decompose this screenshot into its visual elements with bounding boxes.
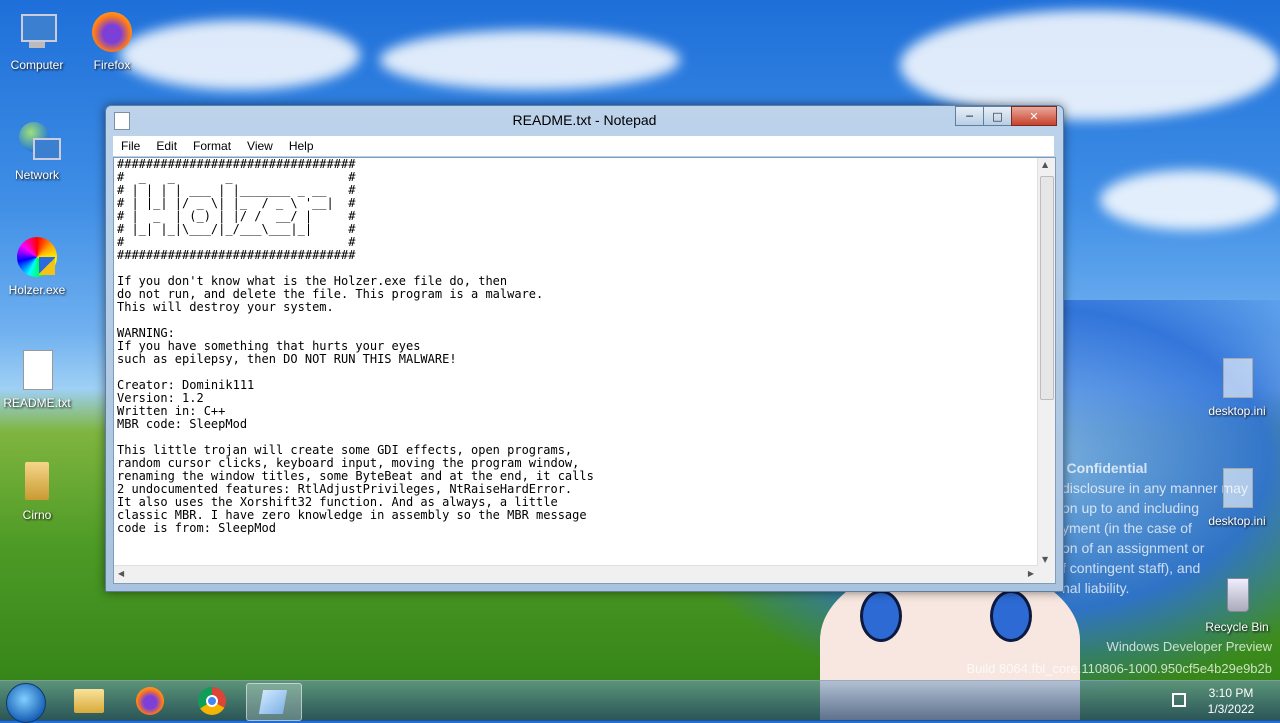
minimize-button[interactable]: ─ (955, 106, 984, 126)
desktop-icon-label: desktop.ini (1208, 514, 1266, 528)
holzer-exe-icon (15, 235, 59, 279)
title-bar[interactable]: README.txt - Notepad ─ □ ✕ (106, 106, 1063, 134)
maximize-icon: □ (992, 109, 1003, 123)
action-center-icon[interactable] (1172, 693, 1186, 707)
cloud (120, 20, 360, 90)
taskbar: 3:10 PM 1/3/2022 (0, 680, 1280, 723)
size-grip[interactable] (1038, 566, 1055, 583)
taskbar-firefox[interactable] (124, 683, 178, 719)
cloud (380, 30, 680, 90)
desktop-icon-recycle-bin[interactable]: Recycle Bin (1200, 572, 1274, 634)
clock-time: 3:10 PM (1208, 686, 1254, 700)
minimize-icon: ─ (966, 109, 973, 123)
taskbar-notepad[interactable] (246, 683, 302, 721)
desktop-icon-readme[interactable]: README.txt (0, 348, 74, 410)
desktop-icon-label: Computer (10, 58, 64, 72)
scroll-left-arrow-icon[interactable]: ◀ (118, 569, 124, 578)
desktop-icon-label: Firefox (93, 58, 131, 72)
user-folder-icon (15, 460, 59, 504)
computer-icon (15, 10, 59, 54)
clock[interactable]: 3:10 PM 1/3/2022 (1196, 685, 1266, 717)
desktop-icon-label: Cirno (22, 508, 52, 522)
scroll-up-arrow-icon[interactable]: ▲ (1042, 160, 1048, 169)
caption-buttons: ─ □ ✕ (955, 106, 1057, 126)
menu-edit[interactable]: Edit (148, 139, 185, 153)
desktop-icon-desktop-ini-2[interactable]: desktop.ini (1200, 466, 1274, 528)
settings-file-icon (1215, 356, 1259, 400)
menu-help[interactable]: Help (281, 139, 322, 153)
menu-file[interactable]: File (113, 139, 148, 153)
vertical-scroll-thumb[interactable] (1040, 176, 1054, 400)
taskbar-chrome[interactable] (186, 683, 240, 719)
desktop-icon-label: Holzer.exe (8, 283, 66, 297)
scroll-down-arrow-icon[interactable]: ▼ (1042, 555, 1048, 564)
desktop-icon-label: README.txt (3, 396, 71, 410)
maximize-button[interactable]: □ (983, 106, 1012, 126)
cloud (1100, 170, 1280, 230)
cloud (900, 10, 1280, 120)
desktop-icon-network[interactable]: Network (0, 120, 74, 182)
watermark-confidential: t Confidential (1058, 460, 1148, 476)
taskbar-explorer[interactable] (62, 683, 116, 719)
firefox-icon (136, 687, 164, 715)
desktop-icon-computer[interactable]: Computer (0, 10, 74, 72)
desktop-icon-cirno[interactable]: Cirno (0, 460, 74, 522)
desktop-icon-firefox[interactable]: Firefox (75, 10, 149, 72)
text-file-icon (15, 348, 59, 392)
desktop-icon-label: Recycle Bin (1205, 620, 1269, 634)
window-title: README.txt - Notepad (512, 112, 657, 128)
start-button[interactable] (6, 683, 46, 723)
menu-format[interactable]: Format (185, 139, 239, 153)
settings-file-icon (1215, 466, 1259, 510)
build-watermark: Windows Developer Preview Build 8064.fbl… (966, 639, 1272, 676)
scroll-right-arrow-icon[interactable]: ▶ (1028, 569, 1034, 578)
chrome-icon (198, 687, 226, 715)
folder-icon (74, 689, 104, 713)
notepad-window[interactable]: README.txt - Notepad ─ □ ✕ File Edit For… (105, 105, 1064, 592)
desktop-icon-label: Network (14, 168, 59, 182)
horizontal-scrollbar[interactable]: ◀ ▶ (114, 565, 1038, 583)
desktop-icon-holzer-exe[interactable]: Holzer.exe (0, 235, 74, 297)
desktop-icon-desktop-ini[interactable]: desktop.ini (1200, 356, 1274, 418)
desktop-icon-label: desktop.ini (1208, 404, 1266, 418)
text-editor[interactable]: ################################# # _ _ … (113, 157, 1056, 584)
document-text[interactable]: ################################# # _ _ … (117, 158, 1032, 566)
menu-view[interactable]: View (239, 139, 281, 153)
menu-bar: File Edit Format View Help (113, 136, 1054, 156)
firefox-icon (90, 10, 134, 54)
recycle-bin-icon (1215, 572, 1259, 616)
notepad-icon (258, 690, 288, 714)
vertical-scrollbar[interactable]: ▲ ▼ (1037, 158, 1055, 566)
close-button[interactable]: ✕ (1011, 106, 1057, 126)
close-icon: ✕ (1029, 109, 1039, 123)
network-icon (15, 120, 61, 164)
clock-date: 1/3/2022 (1207, 702, 1255, 716)
